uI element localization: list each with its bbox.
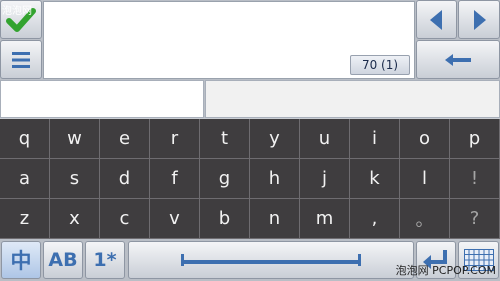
key-0-2[interactable]: e bbox=[100, 119, 150, 159]
key-2-9[interactable]: ? bbox=[450, 199, 500, 239]
menu-button[interactable] bbox=[0, 40, 42, 79]
key-2-6[interactable]: m bbox=[300, 199, 350, 239]
chinese-mode-label: 中 bbox=[10, 249, 32, 273]
key-1-2[interactable]: d bbox=[100, 159, 150, 199]
key-1-5[interactable]: h bbox=[250, 159, 300, 199]
letter-keyboard: q w e r t y u i o p a s d f g h j k l! z x c v b n m,。? bbox=[0, 119, 500, 239]
backspace-icon bbox=[445, 53, 471, 66]
key-2-3[interactable]: v bbox=[150, 199, 200, 239]
key-1-3[interactable]: f bbox=[150, 159, 200, 199]
key-1-7[interactable]: k bbox=[350, 159, 400, 199]
watermark-text: 泡泡网 PCPOP.COM bbox=[395, 264, 496, 277]
arrow-right-icon bbox=[474, 9, 486, 30]
key-1-6[interactable]: j bbox=[300, 159, 350, 199]
chinese-mode-key[interactable]: 中 bbox=[1, 241, 41, 279]
backspace-button[interactable] bbox=[416, 40, 500, 79]
key-0-7[interactable]: i bbox=[350, 119, 400, 159]
key-0-6[interactable]: u bbox=[300, 119, 350, 159]
key-1-8[interactable]: l bbox=[400, 159, 450, 199]
cursor-left-button[interactable] bbox=[416, 0, 457, 39]
space-bar-icon bbox=[181, 254, 361, 266]
key-2-7[interactable]: , bbox=[350, 199, 400, 239]
key-1-9[interactable]: ! bbox=[450, 159, 500, 199]
key-2-5[interactable]: n bbox=[250, 199, 300, 239]
key-2-4[interactable]: b bbox=[200, 199, 250, 239]
number-mode-label: 1* bbox=[93, 249, 117, 271]
arrow-left-icon bbox=[429, 9, 442, 30]
menu-icon bbox=[12, 51, 30, 68]
space-bar[interactable] bbox=[128, 241, 414, 279]
text-input[interactable]: 70 (1) bbox=[43, 1, 415, 79]
candidate-bar-right[interactable] bbox=[205, 80, 500, 118]
candidate-bar-left[interactable] bbox=[0, 80, 204, 118]
key-2-2[interactable]: c bbox=[100, 199, 150, 239]
ab-mode-label: AB bbox=[48, 249, 78, 271]
key-2-8[interactable]: 。 bbox=[400, 199, 450, 239]
ab-mode-key[interactable]: AB bbox=[43, 241, 83, 279]
key-0-4[interactable]: t bbox=[200, 119, 250, 159]
key-0-1[interactable]: w bbox=[50, 119, 100, 159]
top-left-label: 泡泡网 bbox=[2, 6, 32, 17]
key-1-4[interactable]: g bbox=[200, 159, 250, 199]
key-0-9[interactable]: p bbox=[450, 119, 500, 159]
cursor-right-button[interactable] bbox=[458, 0, 500, 39]
key-2-1[interactable]: x bbox=[50, 199, 100, 239]
key-1-1[interactable]: s bbox=[50, 159, 100, 199]
key-1-0[interactable]: a bbox=[0, 159, 50, 199]
key-0-0[interactable]: q bbox=[0, 119, 50, 159]
key-0-8[interactable]: o bbox=[400, 119, 450, 159]
char-counter: 70 (1) bbox=[350, 55, 410, 75]
number-mode-key[interactable]: 1* bbox=[85, 241, 125, 279]
key-2-0[interactable]: z bbox=[0, 199, 50, 239]
key-0-3[interactable]: r bbox=[150, 119, 200, 159]
key-0-5[interactable]: y bbox=[250, 119, 300, 159]
